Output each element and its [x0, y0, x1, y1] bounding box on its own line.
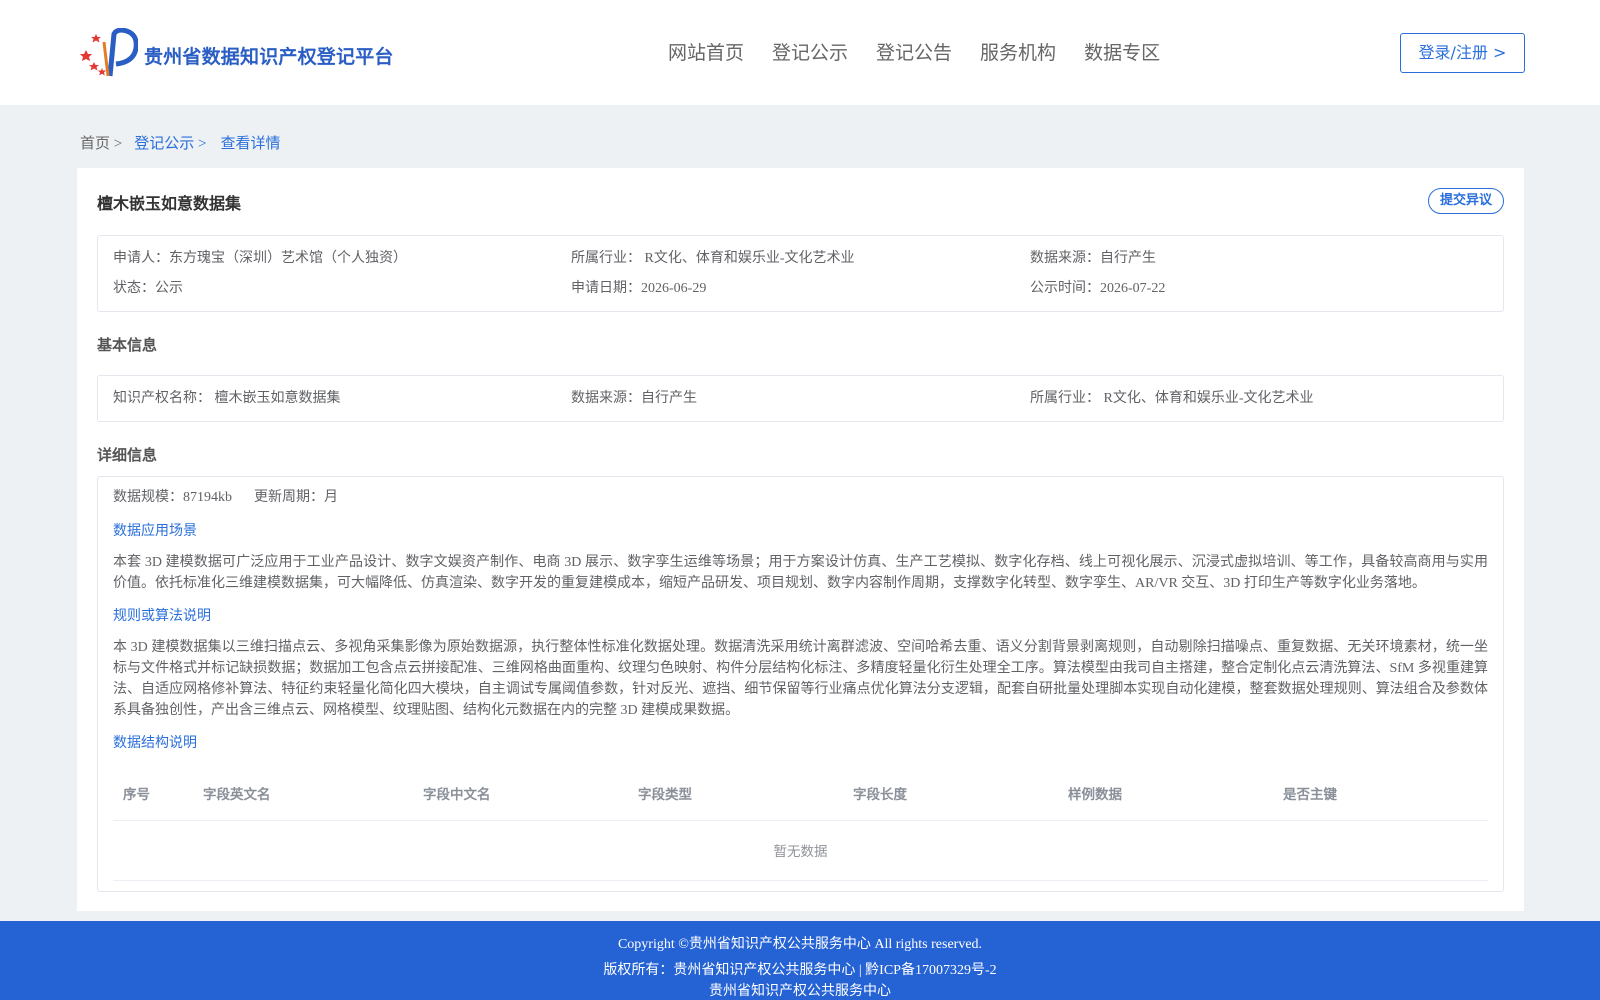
col-type: 字段类型 [628, 766, 843, 821]
publicity-date: 公示时间：2026-07-22 [1030, 281, 1166, 296]
breadcrumb-list[interactable]: 登记公示 > [134, 132, 206, 153]
submit-objection-button[interactable]: 提交异议 [1428, 188, 1504, 214]
rules-text: 本 3D 建模数据集以三维扫描点云、多视角采集影像为原始数据源，执行整体性标准化… [113, 640, 1488, 718]
col-primary-key: 是否主键 [1273, 766, 1488, 821]
footer-rights: 版权所有：贵州省知识产权公共服务中心 | 黔ICP备17007329号-2 [603, 963, 997, 978]
scale-cycle-line: 数据规模：87194kb 更新周期：月 [113, 487, 1488, 509]
col-cn-name: 字段中文名 [413, 766, 628, 821]
nav-registration-publicity[interactable]: 登记公示 [772, 38, 848, 65]
basic-info-title: 基本信息 [97, 336, 158, 354]
update-cycle: 更新周期：月 [254, 490, 338, 505]
site-logo-icon[interactable] [80, 28, 138, 78]
site-header: 贵州省数据知识产权登记平台 网站首页 登记公示 登记公告 服务机构 数据专区 登… [0, 0, 1600, 105]
col-index: 序号 [113, 766, 193, 821]
dataset-title: 檀木嵌玉如意数据集 [97, 194, 242, 213]
status: 状态：公示 [113, 281, 183, 296]
site-title[interactable]: 贵州省数据知识产权登记平台 [144, 42, 394, 69]
detail-info-box: 数据规模：87194kb 更新周期：月 数据应用场景 本套 3D 建模数据可广泛应… [97, 476, 1504, 892]
nav-data-zone[interactable]: 数据专区 [1084, 38, 1160, 65]
main-nav: 网站首页 登记公示 登记公告 服务机构 数据专区 [668, 38, 1188, 65]
detail-panel: 檀木嵌玉如意数据集 提交异议 申请人：东方瑰宝（深圳）艺术馆（个人独资） 所属行… [77, 168, 1524, 911]
col-length: 字段长度 [843, 766, 1058, 821]
basic-data-source: 数据来源：自行产生 [571, 391, 697, 406]
data-structure-table: 序号 字段英文名 字段中文名 字段类型 字段长度 样例数据 是否主键 暂无数据 [113, 766, 1488, 881]
summary-box: 申请人：东方瑰宝（深圳）艺术馆（个人独资） 所属行业： R文化、体育和娱乐业-文… [97, 235, 1504, 312]
structure-title: 数据结构说明 [113, 736, 197, 751]
nav-registration-announcement[interactable]: 登记公告 [876, 38, 952, 65]
basic-industry: 所属行业： R文化、体育和娱乐业-文化艺术业 [1030, 391, 1314, 406]
table-header-row: 序号 字段英文名 字段中文名 字段类型 字段长度 样例数据 是否主键 [113, 766, 1488, 821]
application-date: 申请日期：2026-06-29 [571, 281, 707, 296]
scenario-title: 数据应用场景 [113, 524, 197, 539]
empty-row: 暂无数据 [113, 820, 1488, 881]
site-footer: Copyright ©贵州省知识产权公共服务中心 All rights rese… [0, 921, 1600, 1000]
breadcrumb-current: 查看详情 [220, 136, 281, 152]
basic-info-box: 知识产权名称： 檀木嵌玉如意数据集 数据来源：自行产生 所属行业： R文化、体育… [97, 375, 1504, 422]
footer-copyright: Copyright ©贵州省知识产权公共服务中心 All rights rese… [617, 937, 983, 952]
empty-text: 暂无数据 [113, 820, 1488, 881]
scenario-text: 本套 3D 建模数据可广泛应用于工业产品设计、数字文娱资产制作、电商 3D 展示… [113, 555, 1488, 591]
login-register-button[interactable]: 登录/注册 > [1400, 33, 1525, 73]
footer-org: 贵州省知识产权公共服务中心 [709, 984, 891, 999]
col-en-name: 字段英文名 [193, 766, 413, 821]
data-scale: 数据规模：87194kb [113, 490, 232, 505]
breadcrumb: 首页 > 登记公示 > 查看详情 [80, 132, 280, 153]
ip-name: 知识产权名称： 檀木嵌玉如意数据集 [113, 391, 341, 406]
nav-service-agencies[interactable]: 服务机构 [980, 38, 1056, 65]
detail-info-title: 详细信息 [97, 446, 158, 464]
breadcrumb-home[interactable]: 首页 > [80, 132, 122, 153]
col-sample: 样例数据 [1058, 766, 1273, 821]
rules-title: 规则或算法说明 [113, 609, 211, 624]
data-source: 数据来源：自行产生 [1030, 251, 1156, 266]
nav-home[interactable]: 网站首页 [668, 38, 744, 65]
applicant: 申请人：东方瑰宝（深圳）艺术馆（个人独资） [113, 251, 407, 266]
industry: 所属行业： R文化、体育和娱乐业-文化艺术业 [571, 251, 855, 266]
